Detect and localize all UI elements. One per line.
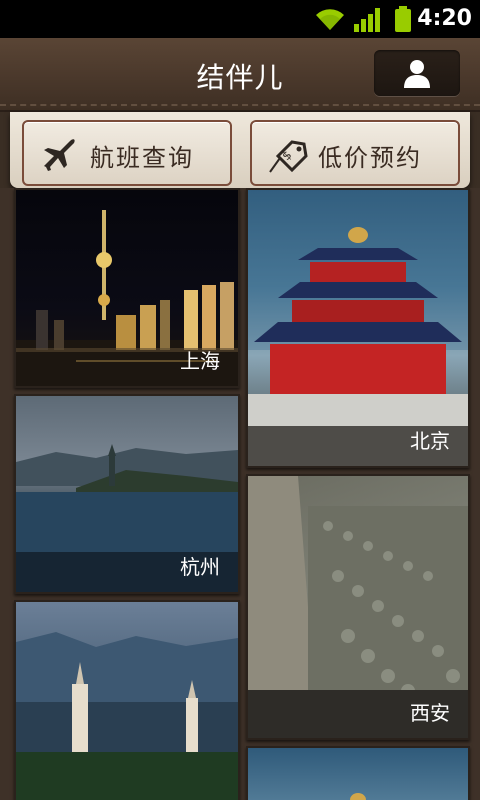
three-pagodas-image: [16, 632, 238, 800]
wifi-icon: [314, 6, 346, 36]
battery-icon: [394, 6, 412, 36]
clock: 4:20: [417, 6, 472, 31]
city-grid: 上海 北京 杭州 西安: [0, 188, 480, 800]
price-tag-icon: $: [268, 136, 308, 178]
city-card-pagodas[interactable]: [14, 600, 240, 800]
city-card-hangzhou[interactable]: 杭州: [14, 394, 240, 594]
low-price-booking-button[interactable]: $ 低价预约: [250, 120, 460, 186]
city-name-shanghai: 上海: [180, 349, 220, 373]
profile-button[interactable]: [374, 50, 460, 96]
flight-search-label: 航班查询: [90, 144, 194, 172]
city-card-beijing[interactable]: 北京: [246, 188, 470, 468]
city-name-beijing: 北京: [410, 429, 450, 453]
city-card-partial[interactable]: [246, 746, 470, 800]
plane-icon: [40, 136, 78, 176]
user-icon: [404, 60, 430, 88]
city-name-xian: 西安: [410, 701, 450, 725]
flight-search-button[interactable]: 航班查询: [22, 120, 232, 186]
signal-icon: [354, 8, 382, 36]
city-card-xian[interactable]: 西安: [246, 474, 470, 740]
status-bar: 4:20: [0, 0, 480, 38]
temple-roof-image: [350, 793, 366, 800]
action-panel: 航班查询 $ 低价预约: [10, 112, 470, 188]
city-card-shanghai[interactable]: 上海: [14, 188, 240, 388]
low-price-booking-label: 低价预约: [318, 144, 422, 172]
app-header: 结伴儿: [0, 38, 480, 112]
city-name-hangzhou: 杭州: [180, 555, 220, 579]
